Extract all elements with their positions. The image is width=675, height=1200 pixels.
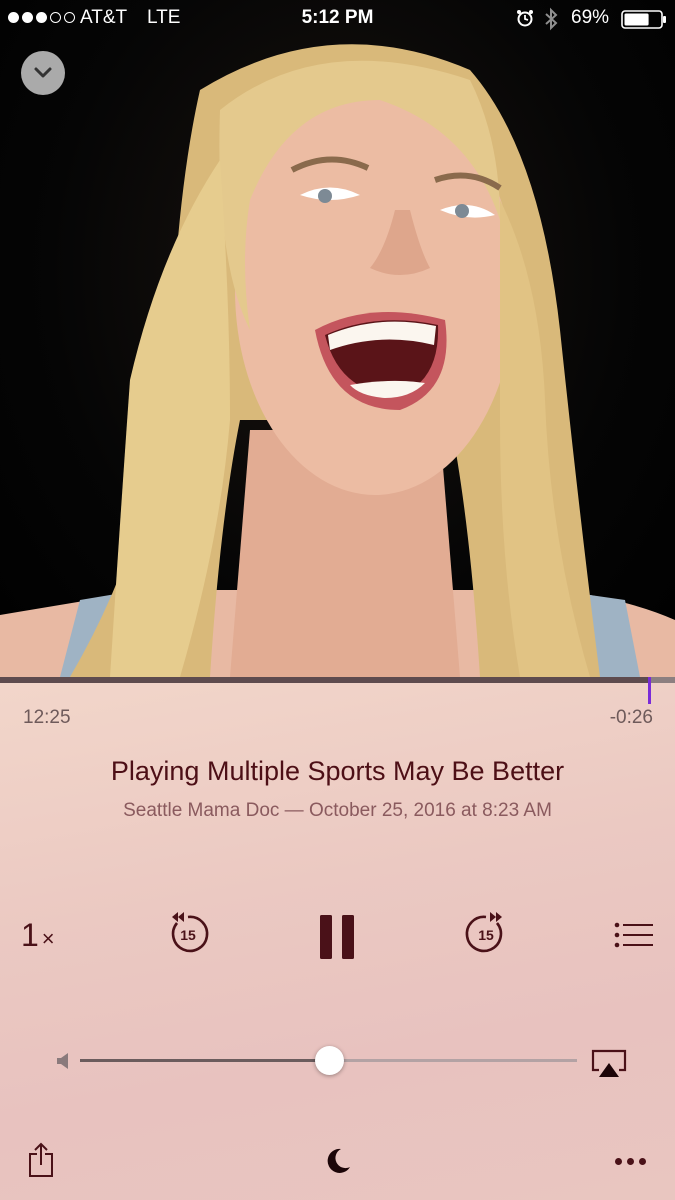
volume-slider-knob[interactable] [314,1046,344,1075]
more-options-button[interactable] [615,1158,646,1165]
elapsed-time: 12:25 [23,707,71,728]
skip-forward-button[interactable]: 15 [461,909,511,964]
player-panel: 12:25 -0:26 Playing Multiple Sports May … [0,677,675,1200]
skip-forward-seconds: 15 [478,927,494,943]
more-dot-icon [627,1158,634,1165]
playback-speed-button[interactable]: 1 × [21,917,55,954]
dismiss-player-button[interactable] [21,51,65,95]
pause-icon [320,915,354,959]
skip-back-15-icon: 15 [171,912,209,953]
playhead[interactable] [648,677,651,704]
battery-percentage: 69% [571,7,610,28]
artwork-image [0,44,675,677]
battery-icon [621,10,667,35]
sleep-timer-button[interactable] [324,1147,352,1180]
moon-icon [327,1148,350,1173]
skip-back-button[interactable]: 15 [163,909,213,964]
skip-forward-15-icon: 15 [465,912,503,953]
volume-track-empty[interactable] [328,1059,577,1062]
up-next-button[interactable] [614,922,654,953]
airplay-icon [591,1049,627,1077]
podcast-artwork [0,0,675,677]
alarm-clock-icon [516,9,534,33]
more-dot-icon [639,1158,646,1165]
chevron-down-icon [34,67,52,78]
volume-low-icon [56,1052,72,1075]
airplay-button[interactable] [590,1048,628,1085]
bluetooth-icon [544,7,558,37]
share-icon [29,1142,53,1177]
episode-title: Playing Multiple Sports May Be Better [110,756,565,786]
progress-fill [0,677,650,683]
more-dot-icon [615,1158,622,1165]
episode-subtitle[interactable]: Seattle Mama Doc — October 25, 2016 at 8… [0,800,675,822]
progress-scrubber[interactable] [0,677,675,683]
share-button[interactable] [28,1142,54,1183]
list-icon [614,922,653,948]
pause-button[interactable] [319,914,355,965]
volume-track-filled[interactable] [80,1059,329,1062]
speed-suffix: × [41,926,55,951]
skip-back-seconds: 15 [180,927,196,943]
remaining-time: -0:26 [609,707,653,728]
speed-value: 1 [21,917,39,953]
status-bar: AT&T LTE 5:12 PM 69% [0,0,675,38]
